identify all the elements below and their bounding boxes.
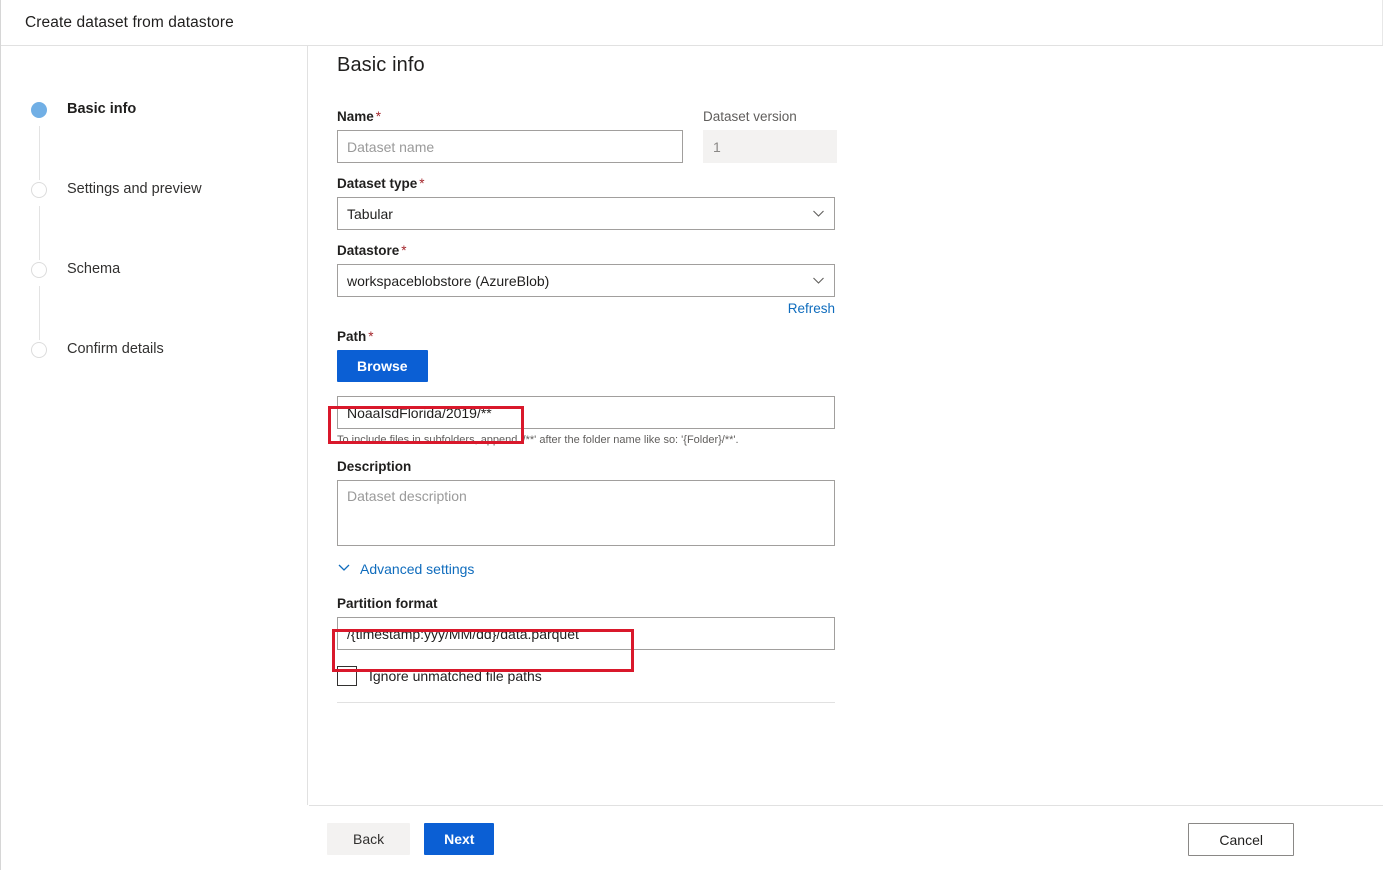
step-marker — [31, 262, 49, 280]
refresh-datastore-link[interactable]: Refresh — [788, 301, 835, 316]
dataset-version-field-group: Dataset version — [703, 108, 837, 163]
required-asterisk: * — [368, 329, 373, 344]
main-pane: Basic info Name* Dataset version Dataset — [309, 46, 1383, 805]
create-dataset-dialog: Create dataset from datastore Basic info — [0, 0, 1383, 870]
path-label: Path* — [337, 328, 897, 346]
path-label-text: Path — [337, 329, 366, 344]
datastore-dropdown[interactable]: workspaceblobstore (AzureBlob) — [337, 264, 835, 297]
dialog-titlebar: Create dataset from datastore — [1, 0, 1383, 46]
wizard-step-list: Basic info Settings and preview Schema — [31, 98, 291, 368]
back-button[interactable]: Back — [327, 823, 410, 855]
name-field-group: Name* — [337, 108, 683, 163]
dataset-type-dropdown[interactable]: Tabular — [337, 197, 835, 230]
dataset-version-input — [703, 130, 837, 163]
sidebar-item-schema[interactable]: Schema — [31, 258, 291, 338]
step-dot-inactive-icon — [31, 182, 47, 198]
dataset-type-field-group: Dataset type* Tabular — [337, 175, 897, 230]
name-label: Name* — [337, 108, 683, 126]
path-field-group: Path* Browse To include files in subfold… — [337, 328, 897, 448]
partition-format-input[interactable] — [337, 617, 835, 650]
step-marker — [31, 342, 49, 360]
datastore-label: Datastore* — [337, 242, 897, 260]
basic-info-form: Name* Dataset version Dataset type* Tabu… — [337, 108, 897, 703]
required-asterisk: * — [419, 176, 424, 191]
ignore-unmatched-label: Ignore unmatched file paths — [369, 668, 542, 684]
dataset-type-label-text: Dataset type — [337, 176, 417, 191]
dataset-version-label: Dataset version — [703, 108, 837, 126]
step-connector — [39, 286, 40, 340]
refresh-row: Refresh — [337, 300, 835, 318]
ignore-unmatched-row[interactable]: Ignore unmatched file paths — [337, 666, 897, 686]
description-textarea[interactable] — [337, 480, 835, 546]
footer-left-actions: Back Next — [327, 823, 494, 855]
chevron-down-icon — [812, 198, 825, 229]
sidebar-item-label: Confirm details — [67, 338, 164, 360]
step-dot-active-icon — [31, 102, 47, 118]
browse-button[interactable]: Browse — [337, 350, 428, 382]
required-asterisk: * — [376, 109, 381, 124]
sidebar-item-label: Schema — [67, 258, 120, 280]
sidebar-item-basic-info[interactable]: Basic info — [31, 98, 291, 178]
page-title: Basic info — [337, 54, 425, 77]
datastore-label-text: Datastore — [337, 243, 399, 258]
required-asterisk: * — [401, 243, 406, 258]
chevron-down-icon — [812, 265, 825, 296]
dataset-type-value: Tabular — [347, 206, 393, 222]
name-version-row: Name* Dataset version — [337, 108, 897, 163]
step-marker — [31, 182, 49, 200]
footer-right-actions: Cancel — [1188, 823, 1294, 856]
wizard-sidebar: Basic info Settings and preview Schema — [1, 46, 308, 805]
step-dot-inactive-icon — [31, 342, 47, 358]
step-marker — [31, 102, 49, 120]
step-connector — [39, 206, 40, 260]
path-input[interactable] — [337, 396, 835, 429]
dialog-body: Basic info Settings and preview Schema — [1, 46, 1383, 805]
name-label-text: Name — [337, 109, 374, 124]
datastore-value: workspaceblobstore (AzureBlob) — [347, 273, 549, 289]
section-divider — [337, 702, 835, 703]
step-dot-inactive-icon — [31, 262, 47, 278]
datastore-field-group: Datastore* workspaceblobstore (AzureBlob… — [337, 242, 897, 318]
sidebar-item-label: Basic info — [67, 98, 136, 120]
path-helper-text: To include files in subfolders, append '… — [337, 433, 835, 448]
dataset-name-input[interactable] — [337, 130, 683, 163]
next-button[interactable]: Next — [424, 823, 494, 855]
cancel-button[interactable]: Cancel — [1188, 823, 1294, 856]
partition-format-field-group: Partition format — [337, 595, 897, 650]
advanced-settings-toggle[interactable]: Advanced settings — [337, 560, 474, 577]
description-label: Description — [337, 458, 897, 476]
sidebar-item-settings-and-preview[interactable]: Settings and preview — [31, 178, 291, 258]
partition-format-label: Partition format — [337, 595, 897, 613]
chevron-down-icon — [337, 560, 351, 577]
sidebar-item-label: Settings and preview — [67, 178, 202, 200]
dialog-title: Create dataset from datastore — [1, 14, 234, 32]
advanced-settings-label: Advanced settings — [360, 561, 474, 577]
sidebar-item-confirm-details[interactable]: Confirm details — [31, 338, 291, 368]
dataset-type-label: Dataset type* — [337, 175, 897, 193]
description-field-group: Description — [337, 458, 897, 546]
ignore-unmatched-checkbox[interactable] — [337, 666, 357, 686]
step-connector — [39, 126, 40, 180]
dialog-footer: Back Next Cancel — [309, 805, 1383, 870]
